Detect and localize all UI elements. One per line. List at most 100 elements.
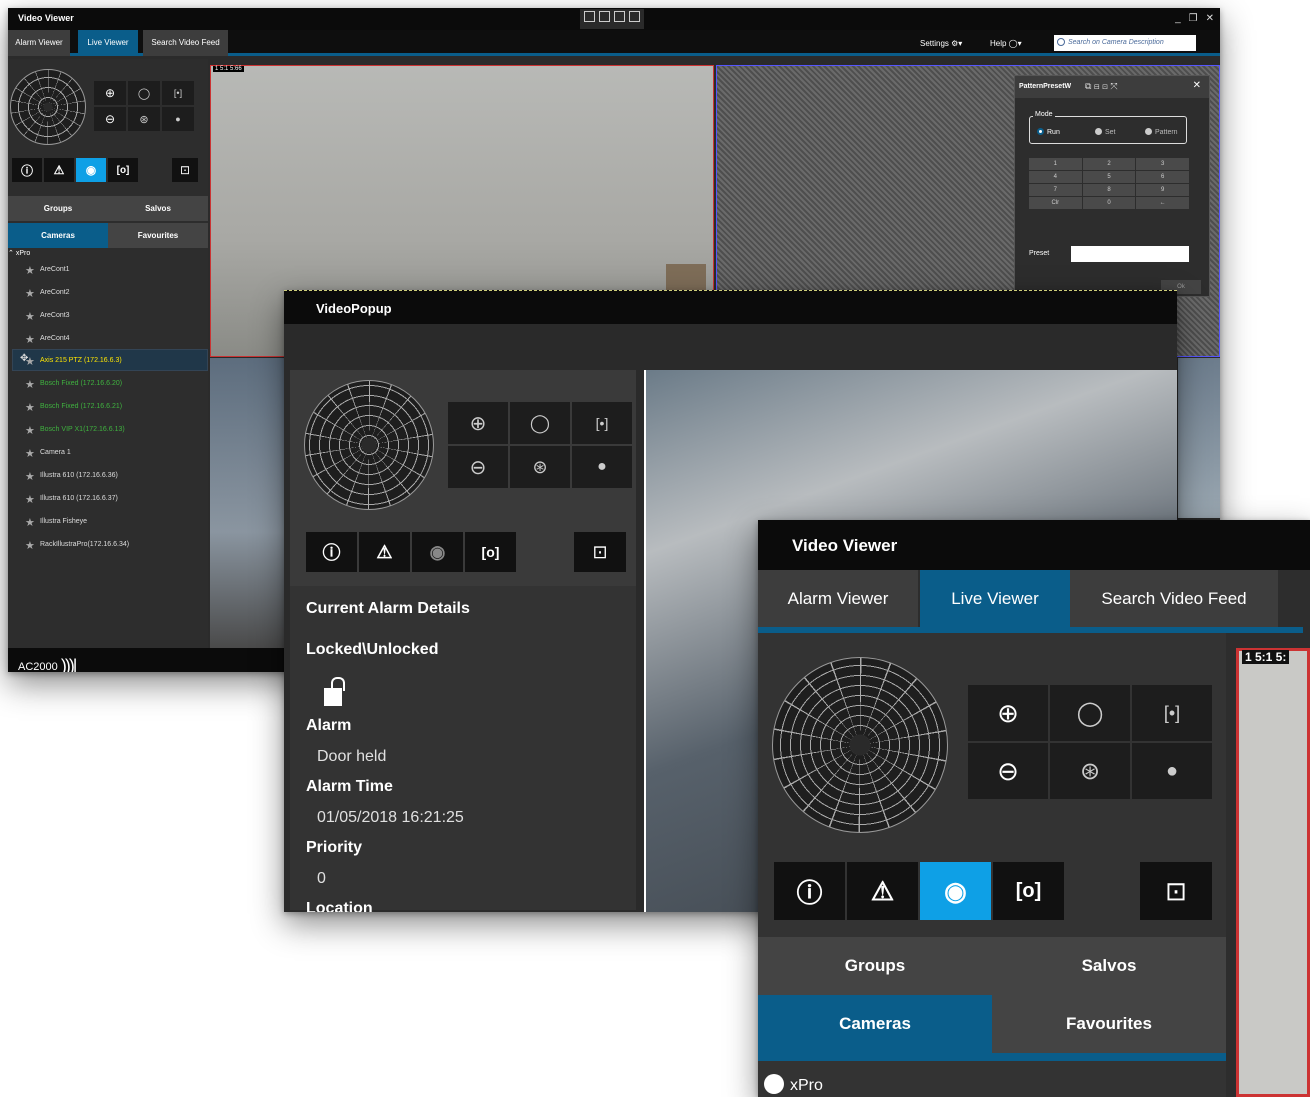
restore-icon[interactable]: ❐: [1189, 13, 1198, 24]
ptz-target-icon[interactable]: ◉: [412, 532, 463, 572]
star-icon: ★: [25, 425, 35, 437]
snapshot-icon[interactable]: [584, 11, 595, 22]
snapshot-tool-icon[interactable]: [o]: [993, 862, 1064, 920]
iris-close-icon[interactable]: ⊛: [128, 107, 160, 131]
tab-live-viewer[interactable]: Live Viewer: [78, 30, 138, 56]
key-8[interactable]: 8: [1082, 184, 1136, 196]
tab-cameras[interactable]: Cameras: [8, 223, 108, 248]
search-placeholder: Search on Camera Description: [1068, 39, 1164, 46]
ptz-dial[interactable]: [772, 657, 948, 833]
ptz-dial[interactable]: [304, 380, 434, 510]
tab-search-video-feed[interactable]: Search Video Feed: [1070, 570, 1278, 627]
key-1[interactable]: 1: [1029, 158, 1082, 170]
iris-open-icon[interactable]: ◯: [1050, 685, 1130, 741]
camera-search-input[interactable]: Search on Camera Description: [1054, 35, 1196, 51]
snapshot-tool-icon[interactable]: [o]: [108, 158, 138, 182]
key-clear[interactable]: Clr: [1029, 197, 1082, 209]
tab-alarm-viewer[interactable]: Alarm Viewer: [8, 30, 70, 56]
ptz-target-icon[interactable]: ◉: [920, 862, 991, 920]
snapshot-tool-icon[interactable]: [o]: [465, 532, 516, 572]
camera-item[interactable]: ★ Illustra 610 (172.16.6.37): [25, 494, 118, 506]
mode-run-radio[interactable]: Run: [1037, 128, 1060, 136]
info-icon[interactable]: ⓘ: [12, 158, 42, 182]
tree-root[interactable]: xPro: [764, 1074, 823, 1095]
info-icon[interactable]: ⓘ: [774, 862, 845, 920]
camera-item[interactable]: ★ Camera 1: [25, 448, 71, 460]
tree-root[interactable]: ⌃ xPro: [8, 249, 30, 257]
tab-live-viewer[interactable]: Live Viewer: [920, 570, 1070, 627]
tab-favourites[interactable]: Favourites: [108, 223, 208, 248]
focus-near-icon[interactable]: [•]: [572, 402, 632, 444]
camera-item[interactable]: ★ AreCont2: [25, 288, 70, 300]
help-menu[interactable]: Help ◯▾: [990, 39, 1022, 48]
tab-cameras[interactable]: Cameras: [758, 995, 992, 1053]
key-backspace[interactable]: ←: [1136, 197, 1189, 209]
camera-item[interactable]: ★ RackIllustraPro(172.16.6.34): [25, 540, 129, 552]
focus-near-icon[interactable]: [•]: [1132, 685, 1212, 741]
alarm-icon[interactable]: ⚠: [847, 862, 918, 920]
key-4[interactable]: 4: [1029, 171, 1082, 183]
focus-far-icon[interactable]: ●: [572, 446, 632, 488]
iris-open-icon[interactable]: ◯: [510, 402, 570, 444]
tab-search-video-feed[interactable]: Search Video Feed: [143, 30, 228, 56]
preset-input[interactable]: [1071, 246, 1189, 262]
mode-pattern-radio[interactable]: Pattern: [1145, 128, 1178, 136]
tab-groups[interactable]: Groups: [8, 196, 108, 221]
zoom-in-icon[interactable]: ⊕: [448, 402, 508, 444]
zoom-out-icon[interactable]: ⊖: [968, 743, 1048, 799]
video-tile-3[interactable]: [210, 358, 290, 648]
ptz-target-icon[interactable]: ◉: [76, 158, 106, 182]
preset-icon[interactable]: ⊡: [1140, 862, 1212, 920]
camera-item[interactable]: ★ Bosch Fixed (172.16.6.21): [25, 402, 122, 414]
popout-icon[interactable]: [599, 11, 610, 22]
zoom-out-icon[interactable]: ⊖: [94, 107, 126, 131]
camera-item[interactable]: ★ AreCont1: [25, 265, 70, 277]
key-0[interactable]: 0: [1082, 197, 1136, 209]
preset-icon[interactable]: ⊡: [574, 532, 626, 572]
video-tile-4[interactable]: [1178, 358, 1220, 518]
tab-favourites[interactable]: Favourites: [992, 995, 1226, 1053]
zoom-in-icon[interactable]: ⊕: [968, 685, 1048, 741]
camera-item[interactable]: ★ AreCont3: [25, 311, 70, 323]
focus-far-icon[interactable]: ●: [1132, 743, 1212, 799]
camera-item[interactable]: ★ Bosch Fixed (172.16.6.20): [25, 379, 122, 391]
star-icon: ★: [25, 448, 35, 460]
mode-set-radio[interactable]: Set: [1095, 128, 1116, 136]
pattern-toolbar-icons[interactable]: ⧉ ⊟ ⊡ ⤧: [1085, 81, 1118, 92]
alarm-icon[interactable]: ⚠: [359, 532, 410, 572]
tab-salvos[interactable]: Salvos: [992, 937, 1226, 995]
focus-far-icon[interactable]: ●: [162, 107, 194, 131]
zoom-out-icon[interactable]: ⊖: [448, 446, 508, 488]
iris-close-icon[interactable]: ⊛: [1050, 743, 1130, 799]
tab-salvos[interactable]: Salvos: [108, 196, 208, 221]
alarm-icon[interactable]: ⚠: [44, 158, 74, 182]
iris-open-icon[interactable]: ◯: [128, 81, 160, 105]
camera-label: Illustra Fisheye: [40, 518, 88, 525]
settings-menu[interactable]: Settings ⚙▾: [920, 39, 962, 48]
camera-item[interactable]: ★ Illustra Fisheye: [25, 517, 88, 529]
video-tile[interactable]: [1236, 648, 1310, 1097]
minimize-icon[interactable]: _: [1175, 13, 1181, 24]
info-icon[interactable]: ⓘ: [306, 532, 357, 572]
ptz-dial[interactable]: [10, 69, 86, 145]
zoom-in-icon[interactable]: ⊕: [94, 81, 126, 105]
close-icon[interactable]: ✕: [1206, 13, 1214, 24]
tab-groups[interactable]: Groups: [758, 937, 992, 995]
key-2[interactable]: 2: [1082, 158, 1136, 170]
camera-item[interactable]: ★ Illustra 610 (172.16.6.36): [25, 471, 118, 483]
close-icon[interactable]: ✕: [1193, 80, 1201, 91]
fullscreen-icon[interactable]: [629, 11, 640, 22]
iris-close-icon[interactable]: ⊛: [510, 446, 570, 488]
key-3[interactable]: 3: [1136, 158, 1189, 170]
layout-icon[interactable]: [614, 11, 625, 22]
key-6[interactable]: 6: [1136, 171, 1189, 183]
preset-icon[interactable]: ⊡: [172, 158, 198, 182]
camera-item-selected[interactable]: ★ Axis 215 PTZ (172.16.6.3): [25, 356, 122, 368]
key-9[interactable]: 9: [1136, 184, 1189, 196]
tab-alarm-viewer[interactable]: Alarm Viewer: [758, 570, 918, 627]
key-5[interactable]: 5: [1082, 171, 1136, 183]
camera-item[interactable]: ★ AreCont4: [25, 334, 70, 346]
focus-near-icon[interactable]: [•]: [162, 81, 194, 105]
key-7[interactable]: 7: [1029, 184, 1082, 196]
camera-item[interactable]: ★ Bosch VIP X1(172.16.6.13): [25, 425, 125, 437]
